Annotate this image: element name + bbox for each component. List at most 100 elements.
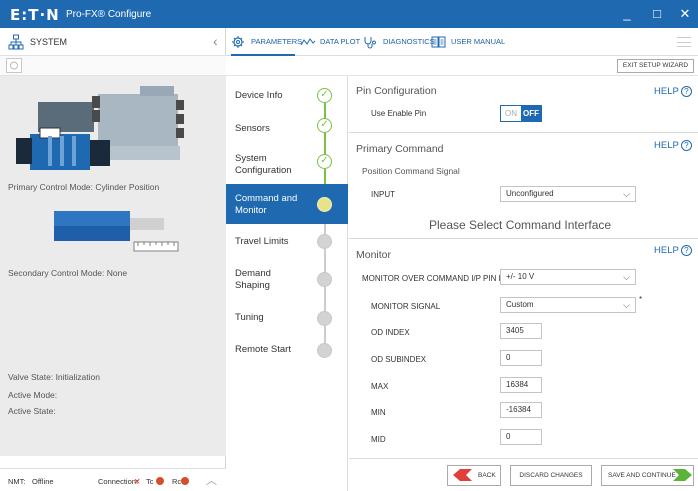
input-label: INPUT bbox=[371, 190, 395, 199]
pending-step-icon bbox=[317, 343, 332, 358]
step-command-and-monitor[interactable]: Command and Monitor bbox=[226, 184, 348, 224]
refresh-row bbox=[0, 56, 226, 76]
hierarchy-icon bbox=[8, 34, 24, 50]
maximize-button[interactable]: □ bbox=[648, 5, 666, 23]
primary-control-mode: Primary Control Mode: Cylinder Position bbox=[8, 182, 160, 192]
connection-label: Connection: bbox=[98, 477, 139, 486]
input-select[interactable]: Unconfigured ⌵ bbox=[500, 186, 636, 202]
mid-input[interactable]: 0 bbox=[500, 429, 542, 445]
step-device-info[interactable]: Device Info ✓ bbox=[226, 78, 348, 114]
title-bar: E:T·N Pro-FX® Configure _ □ ✕ bbox=[0, 0, 698, 28]
active-mode: Active Mode: bbox=[8, 390, 58, 400]
connection-status-bar: NMT: Offline Connection: ✕ Tc Rc ︿ bbox=[0, 468, 226, 491]
menu-icon[interactable] bbox=[677, 37, 691, 47]
exit-setup-wizard-button[interactable]: EXIT SETUP WIZARD bbox=[617, 59, 694, 73]
close-button[interactable]: ✕ bbox=[676, 5, 694, 23]
step-label: Demand Shaping bbox=[235, 268, 271, 291]
pending-step-icon bbox=[317, 234, 332, 249]
secondary-control-mode: Secondary Control Mode: None bbox=[8, 268, 128, 278]
wizard-footer: BACK DISCARD CHANGES SAVE AND CONTINUE bbox=[349, 458, 698, 491]
valve-state: Valve State: Initialization bbox=[8, 372, 100, 382]
position-command-signal: Position Command Signal bbox=[362, 166, 460, 176]
system-header: SYSTEM ‹ bbox=[0, 28, 226, 56]
toggle-on[interactable]: ON bbox=[501, 106, 521, 121]
discard-changes-button[interactable]: DISCARD CHANGES bbox=[510, 465, 592, 486]
back-button[interactable]: BACK bbox=[447, 465, 501, 486]
chevron-down-icon: ⌵ bbox=[623, 272, 630, 282]
monitor-signal-value: Custom bbox=[506, 300, 534, 309]
step-travel-limits[interactable]: Travel Limits bbox=[226, 226, 348, 262]
monitor-signal-select[interactable]: Custom ⌵ bbox=[500, 297, 636, 313]
book-icon bbox=[431, 36, 446, 48]
help-icon: ? bbox=[680, 245, 692, 256]
help-link-primary[interactable]: HELP? bbox=[654, 140, 692, 151]
system-panel: SYSTEM ‹ Primary Control Mode: Cylinder … bbox=[0, 28, 226, 491]
tab-user-manual-label: USER MANUAL bbox=[451, 37, 506, 46]
tab-diagnostics-label: DIAGNOSTICS bbox=[383, 37, 435, 46]
line-chart-icon bbox=[300, 38, 316, 46]
stethoscope-icon bbox=[364, 37, 376, 49]
help-link-monitor[interactable]: HELP? bbox=[654, 245, 692, 256]
step-remote-start[interactable]: Remote Start bbox=[226, 338, 348, 374]
connection-x-icon: ✕ bbox=[134, 477, 141, 486]
tab-data-plot-label: DATA PLOT bbox=[320, 37, 361, 46]
minimize-button[interactable]: _ bbox=[618, 5, 636, 23]
nmt-value: Offline bbox=[32, 477, 54, 486]
tab-user-manual[interactable]: USER MANUAL bbox=[431, 28, 507, 56]
chevron-down-icon: ⌵ bbox=[623, 189, 630, 199]
od-subindex-label: OD SUBINDEX bbox=[371, 355, 427, 364]
tab-data-plot[interactable]: DATA PLOT bbox=[300, 28, 360, 56]
monitor-signal-label: MONITOR SIGNAL bbox=[371, 302, 441, 311]
command-monitor-form: Pin Configuration HELP? Use Enable Pin O… bbox=[349, 76, 698, 458]
back-label: BACK bbox=[478, 472, 496, 479]
expand-up-icon[interactable]: ︿ bbox=[206, 472, 217, 488]
refresh-icon bbox=[10, 61, 18, 70]
save-and-continue-button[interactable]: SAVE AND CONTINUE bbox=[601, 465, 694, 486]
save-continue-label: SAVE AND CONTINUE bbox=[608, 472, 676, 479]
current-step-icon bbox=[317, 197, 332, 212]
check-icon: ✓ bbox=[317, 118, 332, 133]
rc-label: Rc bbox=[172, 477, 182, 486]
system-title: SYSTEM bbox=[30, 37, 68, 47]
help-icon: ? bbox=[680, 140, 692, 151]
step-tuning[interactable]: Tuning bbox=[226, 306, 348, 342]
required-asterisk: * bbox=[639, 295, 643, 304]
min-input[interactable]: -16384 bbox=[500, 402, 542, 418]
use-enable-pin-label: Use Enable Pin bbox=[371, 109, 427, 118]
divider bbox=[349, 132, 698, 133]
step-system-configuration[interactable]: System Configuration ✓ bbox=[226, 146, 348, 186]
od-index-input[interactable]: 3405 bbox=[500, 323, 542, 339]
max-input[interactable]: 16384 bbox=[500, 377, 542, 393]
monitor-over-label: MONITOR OVER COMMAND I/P PIN F bbox=[362, 274, 504, 283]
pending-step-icon bbox=[317, 311, 332, 326]
main-tab-bar: PARAMETERS DATA PLOT DIAGNOSTICS USER MA… bbox=[226, 28, 698, 56]
od-subindex-input[interactable]: 0 bbox=[500, 350, 542, 366]
monitor-over-select[interactable]: +/- 10 V ⌵ bbox=[500, 269, 636, 285]
max-label: MAX bbox=[371, 382, 389, 391]
back-arrow-icon bbox=[453, 469, 472, 481]
tab-diagnostics[interactable]: DIAGNOSTICS bbox=[363, 28, 435, 56]
select-interface-message: Please Select Command Interface bbox=[429, 218, 612, 232]
collapse-panel-icon[interactable]: ‹ bbox=[213, 33, 218, 49]
help-link-pin[interactable]: HELP? bbox=[654, 86, 692, 97]
wizard-subbar: EXIT SETUP WIZARD bbox=[226, 56, 698, 76]
pending-step-icon bbox=[317, 272, 332, 287]
step-sensors[interactable]: Sensors ✓ bbox=[226, 112, 348, 148]
monitor-title: Monitor bbox=[356, 249, 392, 261]
active-state: Active State: bbox=[8, 406, 56, 416]
od-index-label: OD INDEX bbox=[371, 328, 410, 337]
mid-label: MID bbox=[371, 435, 386, 444]
eaton-logo: E:T·N bbox=[10, 6, 60, 24]
step-demand-shaping[interactable]: Demand Shaping bbox=[226, 264, 348, 304]
use-enable-pin-toggle[interactable]: ON OFF bbox=[500, 105, 542, 122]
rc-status-icon bbox=[181, 476, 189, 486]
input-select-value: Unconfigured bbox=[506, 189, 554, 198]
refresh-button[interactable] bbox=[6, 58, 22, 73]
tab-parameters[interactable]: PARAMETERS bbox=[231, 28, 302, 56]
help-label: HELP bbox=[654, 140, 679, 152]
step-label: Remote Start bbox=[235, 344, 291, 355]
step-label: Device Info bbox=[235, 90, 283, 101]
chevron-down-icon: ⌵ bbox=[623, 300, 630, 310]
toggle-off[interactable]: OFF bbox=[521, 106, 541, 121]
nmt-label: NMT: bbox=[8, 477, 26, 486]
